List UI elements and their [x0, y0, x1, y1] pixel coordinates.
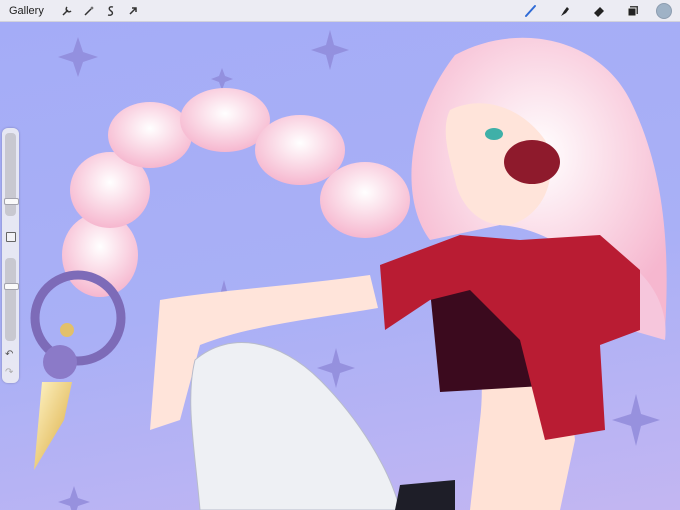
redo-icon[interactable]: ↷ [5, 368, 13, 378]
eyepatch [504, 140, 560, 184]
top-toolbar: Gallery [0, 0, 680, 22]
modify-button[interactable] [6, 232, 16, 242]
gallery-button[interactable]: Gallery [9, 5, 44, 17]
brush-size-slider[interactable] [4, 133, 19, 216]
wrench-icon[interactable] [56, 0, 78, 22]
selection-icon[interactable] [100, 0, 122, 22]
brush-size-thumb[interactable] [4, 198, 19, 205]
opacity-slider[interactable] [4, 258, 19, 341]
magic-wand-icon[interactable] [78, 0, 100, 22]
hair-accessory [30, 270, 126, 470]
artwork [30, 30, 667, 510]
shorts [395, 480, 455, 510]
brush-icon[interactable] [514, 0, 548, 22]
eraser-icon[interactable] [582, 0, 616, 22]
layers-icon[interactable] [616, 0, 650, 22]
leg [190, 342, 401, 510]
drawing-canvas[interactable] [0, 0, 680, 510]
hair-braid [62, 88, 410, 297]
tool-group [514, 0, 680, 22]
undo-icon[interactable]: ↶ [5, 350, 13, 360]
opacity-thumb[interactable] [4, 283, 19, 290]
transform-arrow-icon[interactable] [122, 0, 144, 22]
left-sidebar: ↶ ↷ [2, 128, 19, 383]
smudge-icon[interactable] [548, 0, 582, 22]
color-picker-button[interactable] [656, 3, 672, 19]
eye [485, 128, 503, 140]
